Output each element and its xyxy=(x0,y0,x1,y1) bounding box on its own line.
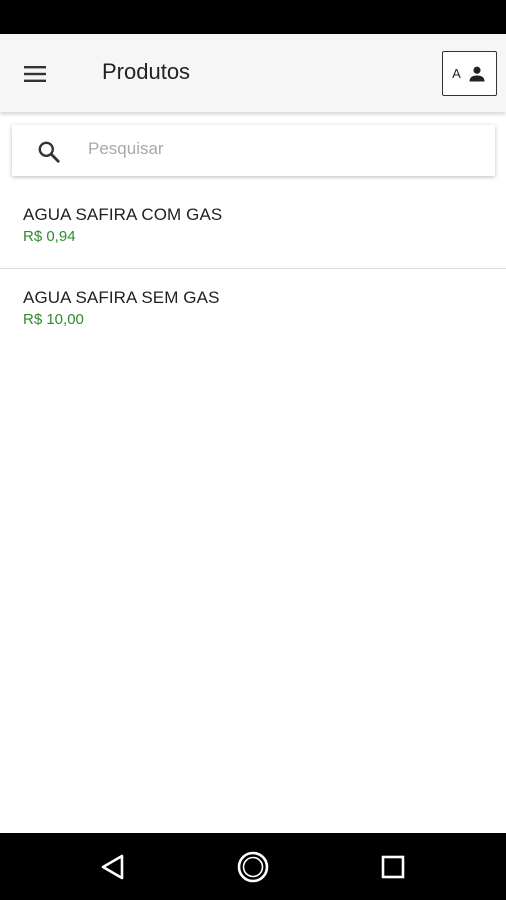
product-price: R$ 0,94 xyxy=(23,228,76,245)
back-icon xyxy=(101,854,124,880)
search-icon[interactable] xyxy=(36,139,62,165)
app-bar: Produtos A xyxy=(0,34,506,112)
account-button[interactable]: A xyxy=(442,51,497,96)
status-bar xyxy=(0,0,506,34)
menu-icon xyxy=(24,66,46,82)
account-letter: A xyxy=(452,66,461,81)
home-icon xyxy=(237,851,269,883)
product-name: AGUA SAFIRA SEM GAS xyxy=(23,288,220,307)
menu-button[interactable] xyxy=(24,58,68,90)
navigation-bar xyxy=(0,833,506,900)
person-icon xyxy=(469,66,485,81)
product-list: AGUA SAFIRA COM GAS R$ 0,94 AGUA SAFIRA … xyxy=(0,186,506,352)
product-price: R$ 10,00 xyxy=(23,311,84,328)
list-item[interactable]: AGUA SAFIRA SEM GAS R$ 10,00 xyxy=(0,269,506,352)
search-input[interactable] xyxy=(88,133,478,165)
recents-button[interactable] xyxy=(376,850,410,884)
page-title: Produtos xyxy=(102,59,191,84)
search-bar xyxy=(12,125,495,176)
recents-icon xyxy=(381,855,405,879)
home-button[interactable] xyxy=(236,850,270,884)
back-button[interactable] xyxy=(96,850,130,884)
product-name: AGUA SAFIRA COM GAS xyxy=(23,205,223,224)
list-item[interactable]: AGUA SAFIRA COM GAS R$ 0,94 xyxy=(0,186,506,269)
